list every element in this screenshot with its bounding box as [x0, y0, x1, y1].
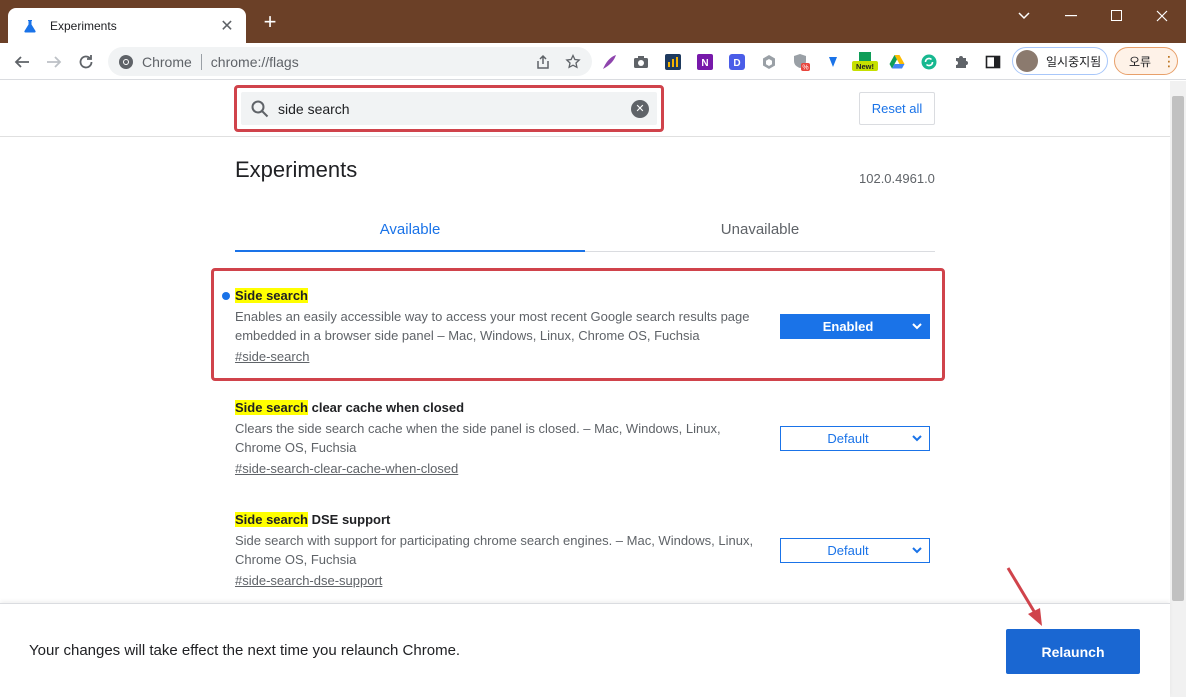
dashlane-extension-icon[interactable]: D	[727, 52, 747, 72]
reset-all-button[interactable]: Reset all	[859, 92, 935, 125]
chrome-logo-icon	[118, 54, 134, 70]
tab-search-icon[interactable]	[1001, 4, 1047, 28]
svg-text:D: D	[733, 58, 740, 69]
new-tab-button[interactable]: +	[259, 11, 281, 34]
tab-strip: Experiments ✕ +	[0, 0, 1186, 43]
version-number: 102.0.4961.0	[859, 171, 935, 186]
tab-available[interactable]: Available	[235, 207, 585, 251]
search-input[interactable]: side search	[278, 101, 631, 117]
browser-tab-experiments[interactable]: Experiments ✕	[8, 8, 246, 43]
scrollbar-thumb[interactable]	[1172, 96, 1184, 601]
feather-extension-icon[interactable]	[599, 52, 619, 72]
cube-extension-icon[interactable]	[759, 52, 779, 72]
search-icon	[249, 98, 271, 120]
profile-button[interactable]: 일시중지됨	[1012, 47, 1108, 75]
flag-item-side-search-clear-cache: Side search clear cache when closed Clea…	[235, 400, 935, 478]
profile-name: 일시중지됨	[1046, 54, 1102, 69]
relaunch-bar: Your changes will take effect the next t…	[0, 603, 1170, 697]
chevron-down-icon	[912, 323, 922, 330]
chevron-down-icon	[912, 547, 922, 554]
flag-state-select[interactable]: Default	[780, 426, 930, 451]
flag-description: Side search with support for participati…	[235, 533, 754, 567]
address-bar[interactable]: Chrome chrome://flags	[108, 47, 592, 76]
flags-header: side search ✕ Reset all	[0, 81, 1170, 137]
relaunch-message: Your changes will take effect the next t…	[29, 642, 461, 659]
flag-item-side-search: Side search Enables an easily accessible…	[222, 288, 935, 366]
google-drive-icon[interactable]	[887, 52, 907, 72]
search-annotation-frame: side search ✕	[234, 85, 664, 132]
relaunch-button[interactable]: Relaunch	[1006, 629, 1140, 674]
avatar	[1016, 50, 1038, 72]
active-tab-indicator	[235, 250, 585, 252]
new-badge-extension-icon[interactable]: New!	[851, 52, 879, 72]
flag-description: Enables an easily accessible way to acce…	[235, 309, 750, 343]
page-title: Experiments	[235, 157, 358, 182]
flag-name: Side search DSE support	[235, 512, 391, 527]
back-button[interactable]	[9, 49, 35, 75]
camera-extension-icon[interactable]	[631, 52, 651, 72]
reload-button[interactable]	[73, 49, 99, 75]
maximize-button[interactable]	[1094, 4, 1140, 28]
onenote-extension-icon[interactable]: N	[695, 52, 715, 72]
extensions-puzzle-icon[interactable]	[951, 52, 971, 72]
flag-state-select[interactable]: Default	[780, 538, 930, 563]
flag-name: Side search clear cache when closed	[235, 400, 465, 415]
annotation-arrow-icon	[1006, 567, 1042, 626]
translate-extension-icon[interactable]	[823, 52, 843, 72]
tab-unavailable[interactable]: Unavailable	[585, 207, 935, 251]
flag-permalink[interactable]: #side-search-clear-cache-when-closed	[235, 461, 458, 476]
url-text[interactable]: chrome://flags	[211, 54, 532, 70]
forward-button[interactable]	[41, 49, 67, 75]
close-window-button[interactable]	[1139, 4, 1185, 28]
flag-description: Clears the side search cache when the si…	[235, 421, 721, 455]
flag-permalink[interactable]: #side-search-dse-support	[235, 573, 382, 588]
svg-text:New!: New!	[856, 62, 874, 71]
minimize-button[interactable]	[1048, 4, 1094, 28]
flags-tabs: Available Unavailable	[235, 207, 935, 252]
clear-search-icon[interactable]: ✕	[631, 99, 649, 118]
svg-text:N: N	[701, 58, 708, 69]
flag-permalink[interactable]: #side-search	[235, 349, 309, 364]
tab-title: Experiments	[50, 18, 117, 33]
bookmark-star-icon[interactable]	[562, 51, 584, 73]
svg-text:%: %	[802, 65, 808, 72]
chart-extension-icon[interactable]	[663, 52, 683, 72]
flask-icon	[22, 18, 38, 34]
error-menu-button[interactable]: 오류 ⋮	[1114, 47, 1178, 75]
error-label: 오류	[1129, 54, 1152, 69]
more-vert-icon: ⋮	[1162, 52, 1176, 69]
close-tab-icon[interactable]: ✕	[218, 17, 236, 35]
flag-search-field[interactable]: side search ✕	[241, 92, 657, 125]
modified-indicator-dot	[222, 292, 230, 300]
browser-toolbar: Chrome chrome://flags N D % New! 일시중지됨 오…	[0, 43, 1186, 80]
share-icon[interactable]	[532, 51, 554, 73]
omnibox-separator	[200, 53, 202, 70]
shield-extension-icon[interactable]: %	[791, 52, 811, 72]
flag-item-side-search-dse-support: Side search DSE support Side search with…	[235, 512, 935, 590]
site-name: Chrome	[142, 53, 192, 70]
sync-extension-icon[interactable]	[919, 52, 939, 72]
flag-name: Side search	[235, 288, 308, 303]
flag-state-select[interactable]: Enabled	[780, 314, 930, 339]
chevron-down-icon	[912, 435, 922, 442]
side-panel-icon[interactable]	[983, 52, 1003, 72]
